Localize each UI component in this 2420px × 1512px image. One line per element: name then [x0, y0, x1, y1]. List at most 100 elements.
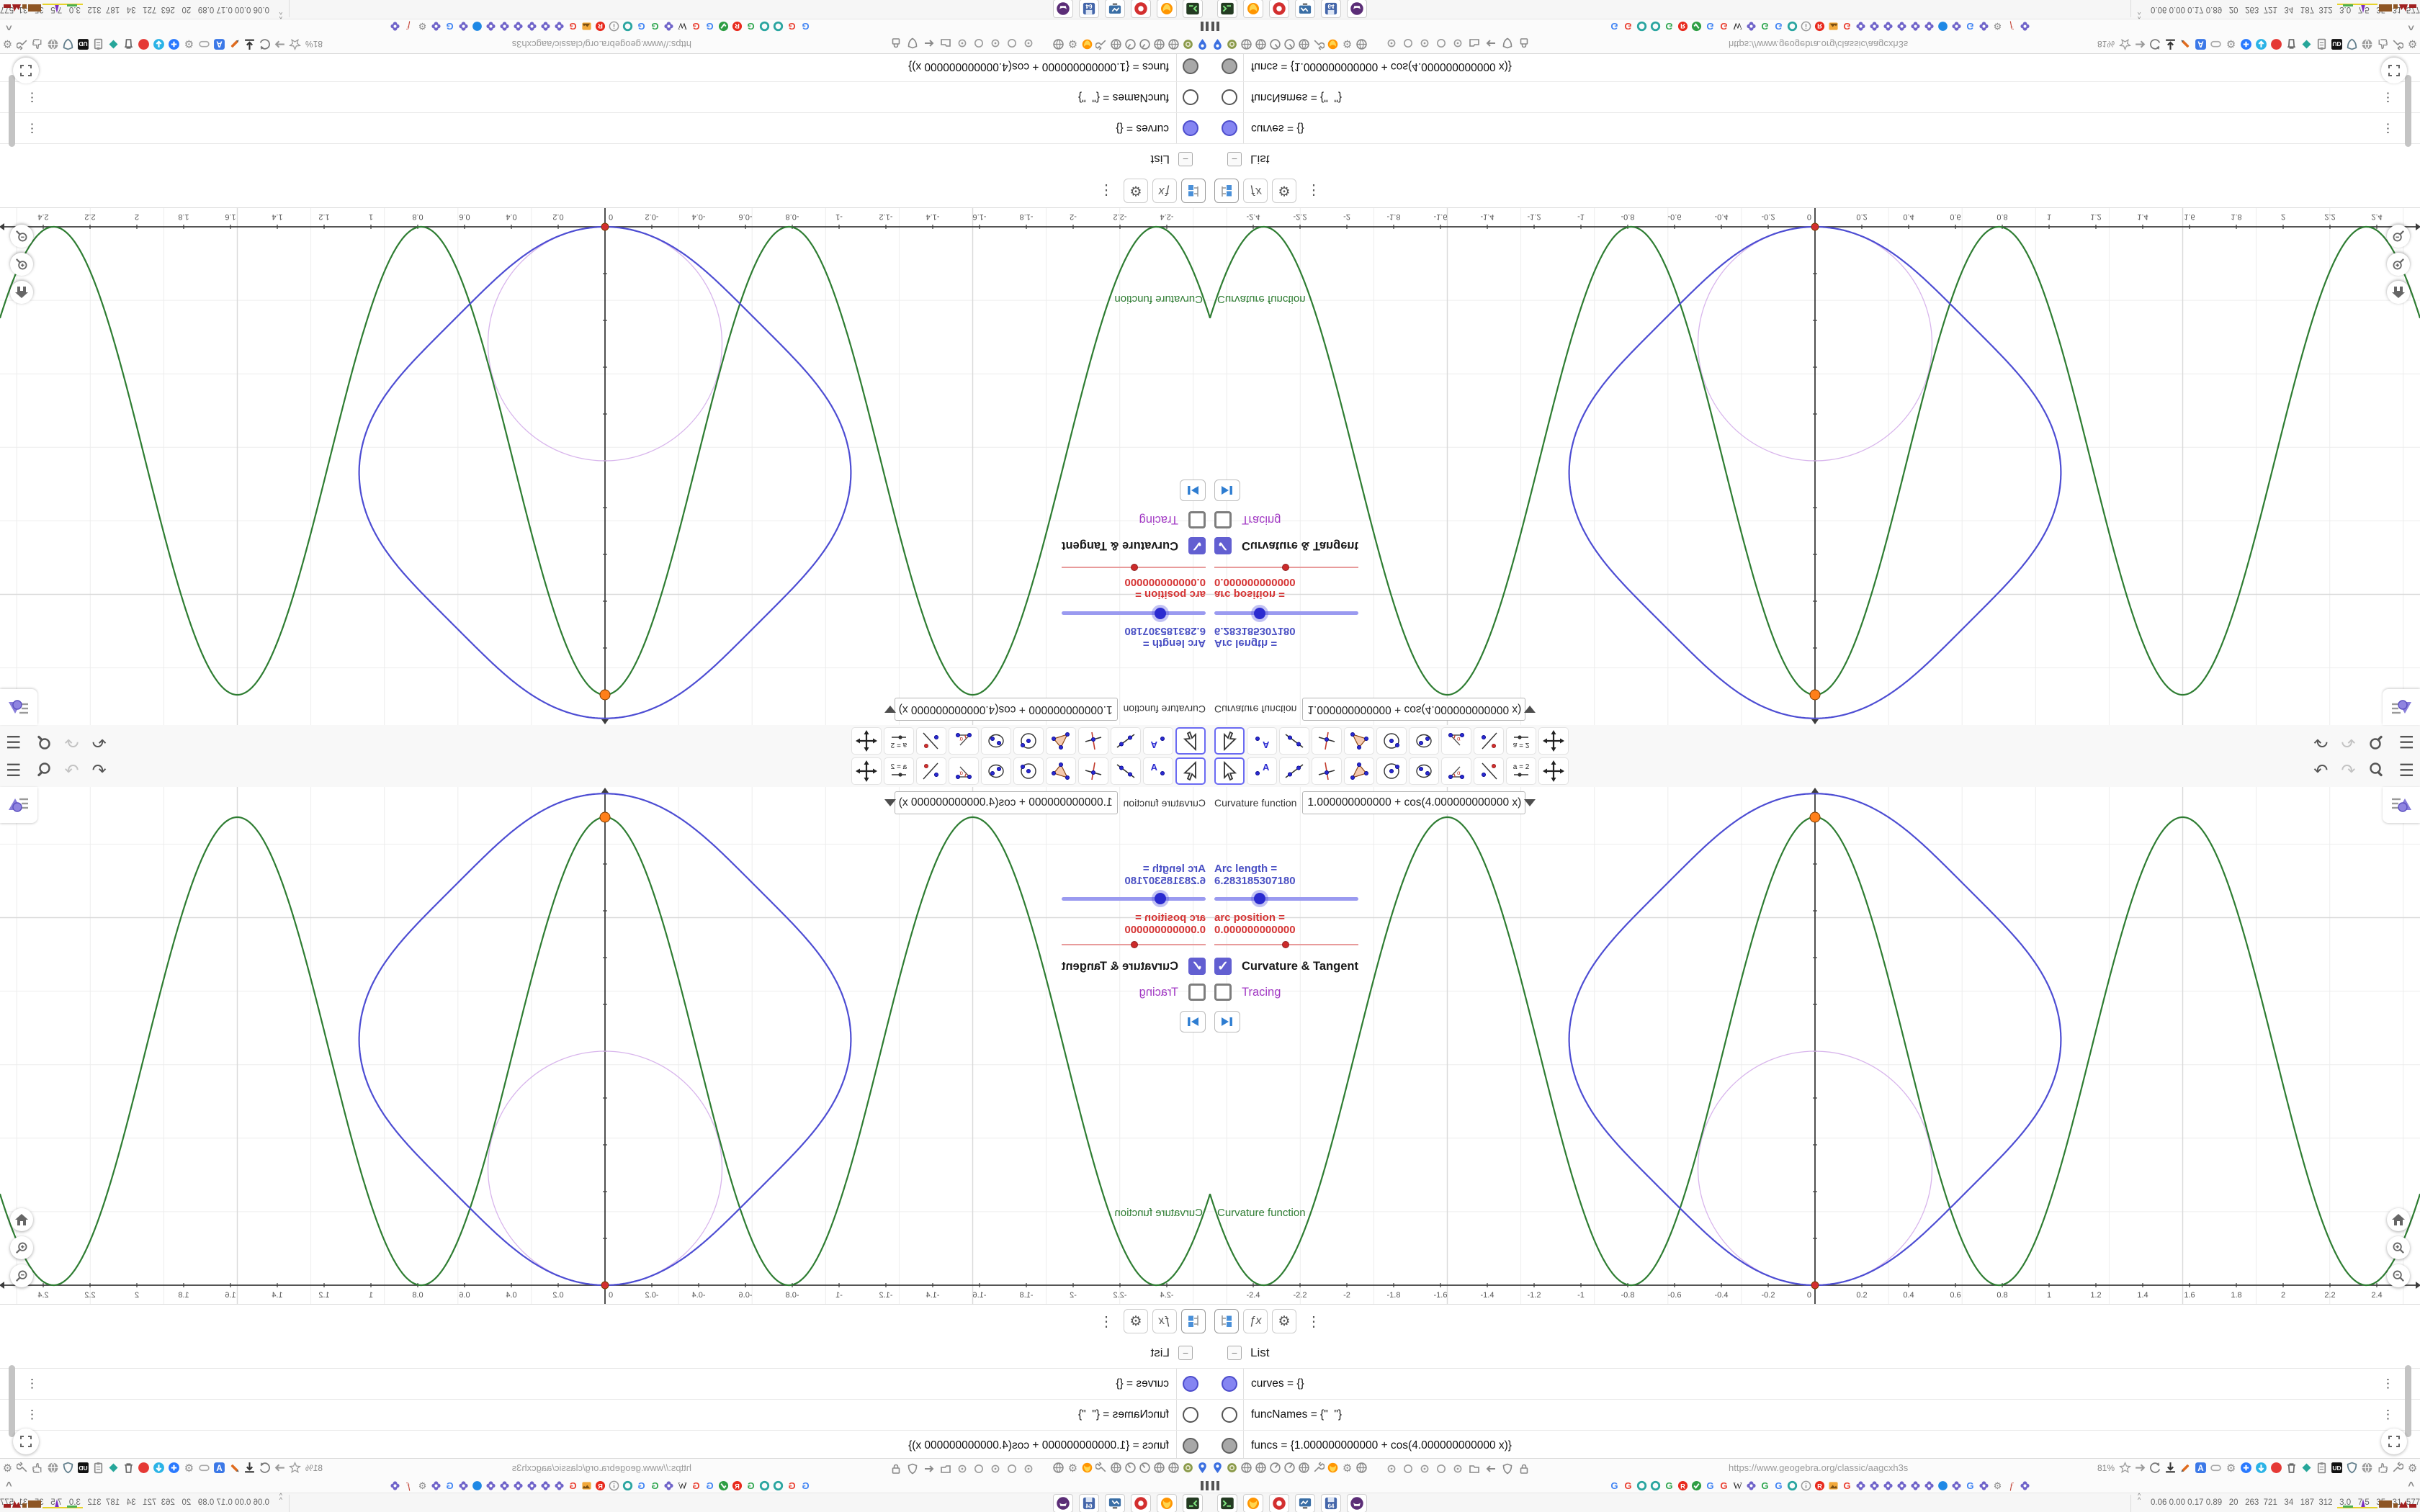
angle-tool-button[interactable]: α: [949, 727, 979, 755]
fullscreen-button[interactable]: [13, 1428, 39, 1454]
ud-badge-icon[interactable]: UD: [2331, 1462, 2343, 1477]
wrench-icon[interactable]: [1312, 35, 1325, 50]
line-tool-button[interactable]: [1111, 727, 1141, 755]
algebra-row[interactable]: funcNames = {" "} ⋮: [0, 1399, 1210, 1430]
google-favicon[interactable]: G: [1718, 17, 1729, 32]
fullscreen-button[interactable]: [2381, 1428, 2407, 1454]
globe-icon[interactable]: [1168, 35, 1180, 50]
globe-icon[interactable]: [1298, 35, 1310, 50]
dot-circle-icon[interactable]: [956, 1463, 968, 1478]
settings-gear-button[interactable]: ⚙: [1272, 179, 1296, 203]
wrench-icon[interactable]: [16, 1462, 29, 1477]
dot-circle-icon[interactable]: [1419, 1463, 1430, 1478]
google-favicon[interactable]: G: [636, 17, 647, 32]
google-favicon[interactable]: G: [745, 17, 756, 32]
wrench-icon[interactable]: [1312, 1462, 1325, 1477]
flower-favicon[interactable]: [458, 17, 469, 32]
google-favicon[interactable]: G: [650, 17, 660, 32]
teal-ring-favicon[interactable]: [1787, 17, 1798, 32]
visibility-toggle[interactable]: [1222, 1407, 1237, 1423]
red-settings-app-icon[interactable]: [1131, 1494, 1151, 1512]
ud-badge-icon[interactable]: UD: [77, 1462, 89, 1477]
globe-icon[interactable]: [1110, 1462, 1122, 1477]
google-favicon[interactable]: G: [1760, 17, 1770, 32]
globe-icon[interactable]: [1298, 1462, 1310, 1477]
arc-position-slider[interactable]: [1214, 563, 1358, 572]
folder-icon[interactable]: [1469, 34, 1480, 49]
angle-tool-button[interactable]: α: [1441, 757, 1471, 785]
gauge-icon[interactable]: [1283, 35, 1296, 50]
green-leaf-favicon[interactable]: [1691, 17, 1702, 32]
curvature-tangent-checkbox[interactable]: ✓: [1188, 958, 1206, 975]
polygon-tool-button[interactable]: [1344, 757, 1374, 785]
pill-icon[interactable]: [198, 1462, 210, 1477]
translate-icon[interactable]: A: [213, 1462, 225, 1477]
algebra-tree-view-button[interactable]: [1214, 179, 1239, 203]
star-icon[interactable]: [2119, 35, 2131, 51]
gauge-icon[interactable]: [1124, 35, 1137, 50]
flower-favicon[interactable]: [1896, 17, 1907, 32]
collapse-icon[interactable]: −: [1227, 1346, 1242, 1360]
gauge-icon[interactable]: [1124, 1462, 1137, 1477]
pill-icon[interactable]: [2210, 35, 2222, 50]
circle-tool-button[interactable]: [1013, 757, 1044, 785]
tracing-checkbox[interactable]: [1188, 511, 1206, 528]
move-tool-button[interactable]: [1175, 727, 1206, 755]
gear-icon[interactable]: ⚙: [1341, 1462, 1353, 1477]
firefox-app-icon[interactable]: [1157, 0, 1177, 18]
monitor-app-icon[interactable]: [1105, 0, 1125, 18]
perpendicular-line-tool-button[interactable]: [1312, 727, 1342, 755]
red-circle-icon[interactable]: [138, 1462, 150, 1477]
reload-icon[interactable]: [2149, 1462, 2161, 1477]
gear-icon[interactable]: ⚙: [2406, 35, 2419, 50]
olive-ring-icon[interactable]: [1182, 35, 1194, 50]
thumb-icon[interactable]: [2376, 35, 2388, 50]
graphics-stylebar-toggle[interactable]: [0, 689, 37, 725]
wrench-icon[interactable]: [1095, 35, 1108, 50]
algebra-row[interactable]: funcNames = {" "} ⋮: [0, 82, 1210, 113]
download-icon[interactable]: [243, 1462, 256, 1477]
bookmarks-overflow-icon[interactable]: ^: [6, 1480, 12, 1492]
globe-icon[interactable]: [1168, 1462, 1180, 1477]
gear-icon[interactable]: ⚙: [1, 35, 14, 50]
url-text[interactable]: https://www.geogebra.org/classic/aagcxh3…: [1729, 39, 1908, 50]
teal-ring-favicon[interactable]: [1636, 17, 1647, 32]
visibility-toggle[interactable]: [1222, 1438, 1237, 1454]
slider-thumb[interactable]: [1154, 608, 1166, 619]
down-circle-icon[interactable]: [2255, 35, 2267, 50]
zoom-out-button[interactable]: [2387, 225, 2410, 248]
google-favicon[interactable]: G: [1664, 17, 1675, 32]
circle-tool-button[interactable]: [1013, 727, 1044, 755]
red-settings-app-icon[interactable]: [1269, 0, 1289, 18]
search-icon[interactable]: [2368, 731, 2385, 752]
download-icon[interactable]: [243, 35, 256, 50]
algebra-scrollbar[interactable]: [2405, 1365, 2411, 1437]
polygon-tool-button[interactable]: [1344, 727, 1374, 755]
shield-icon[interactable]: [62, 1462, 74, 1477]
download-icon[interactable]: [2164, 35, 2177, 50]
algebra-tree-view-button[interactable]: [1214, 1309, 1239, 1333]
pin-icon[interactable]: [1196, 35, 1209, 50]
gear-icon[interactable]: ⚙: [1067, 1462, 1079, 1477]
globe-icon[interactable]: [1240, 1462, 1252, 1477]
tracing-checkbox[interactable]: [1188, 984, 1206, 1001]
globe-icon[interactable]: [1255, 35, 1267, 50]
graphics-stylebar-toggle[interactable]: [2383, 689, 2420, 725]
yandex-favicon[interactable]: R: [595, 17, 606, 32]
google-favicon[interactable]: G: [800, 17, 811, 32]
circle-icon[interactable]: [1006, 34, 1018, 49]
circle-tool-button[interactable]: [1376, 757, 1407, 785]
slider-tool-button[interactable]: a = 2: [1506, 757, 1536, 785]
teal-ring-favicon[interactable]: [759, 17, 770, 32]
pencil-icon[interactable]: [2179, 35, 2192, 50]
row-menu-kebab-icon[interactable]: ⋮: [26, 121, 38, 135]
visibility-toggle[interactable]: [1183, 1407, 1198, 1423]
flower-favicon[interactable]: [431, 17, 442, 32]
google-favicon[interactable]: G: [1623, 17, 1634, 32]
wrench-icon[interactable]: [2391, 35, 2404, 50]
flower-favicon[interactable]: [1978, 17, 1989, 32]
algebra-menu-kebab-icon[interactable]: ⋮: [1099, 182, 1113, 200]
firefox-icon[interactable]: [1327, 35, 1339, 50]
main-menu-icon[interactable]: ☰: [6, 761, 22, 780]
collapse-icon[interactable]: −: [1227, 152, 1242, 166]
